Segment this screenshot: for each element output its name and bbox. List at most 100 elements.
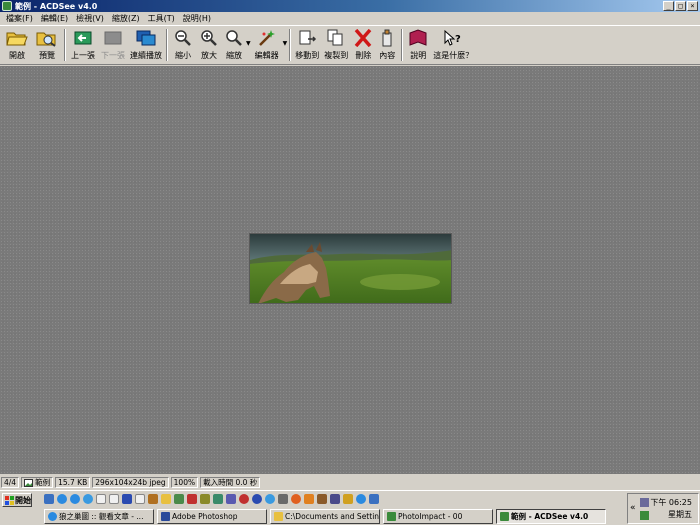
status-index: 4/4 [1,477,20,488]
task-acdsee[interactable]: 範例 - ACDSee v4.0 [496,509,606,524]
ie-browser-icon[interactable] [83,494,93,504]
whats-this-icon: ? [442,28,464,48]
whats-this-button[interactable]: ? 這是什麼？ [431,28,475,63]
toolbar: 開啟 預覽 上一張 下一張 連續播放 縮小 放大 縮放 ▼ 編輯器 ▼ 移動到 … [0,25,700,65]
app-icon[interactable] [213,494,223,504]
app-icon[interactable] [200,494,210,504]
taskbar: 開始 狼之巢圖 :: 觀看文章 - ... Adobe Photoshop C:… [0,490,700,525]
preview-icon [36,28,58,48]
app-icon[interactable] [356,494,366,504]
zoom-in-icon [198,28,220,48]
app-icon[interactable] [174,494,184,504]
status-zoom: 100% [170,477,199,488]
ie-browser-icon[interactable] [70,494,80,504]
app-icon[interactable] [252,494,262,504]
copy-to-icon [325,28,347,48]
app-icon[interactable] [278,494,288,504]
image-file-icon [24,478,34,487]
properties-icon [376,28,398,48]
toolbar-separator [64,29,66,61]
next-button[interactable]: 下一張 [98,28,128,63]
menu-edit[interactable]: 編輯(E) [37,13,72,24]
ie-browser-icon[interactable] [57,494,67,504]
photoimpact-icon [387,512,396,521]
system-tray: « 下午 06:25 星期五 [627,493,699,524]
zoom-button[interactable]: 縮放 [222,28,246,63]
clock[interactable]: 下午 06:25 星期五 [650,497,692,521]
task-explorer[interactable]: C:\Documents and Setting... [270,509,380,524]
window-title: 範例 - ACDSee v4.0 [15,1,98,11]
slideshow-button[interactable]: 連續播放 [128,28,164,63]
app-icon[interactable] [369,494,379,504]
status-bar: 4/4 範例 15.7 KB 296x104x24b jpeg 100% 載入時… [0,476,700,489]
wolves-photo [249,233,452,304]
zoom-out-icon [172,28,194,48]
move-to-button[interactable]: 移動到 [293,28,321,63]
task-photoshop[interactable]: Adobe Photoshop [157,509,267,524]
app-icon[interactable] [239,494,249,504]
task-forum[interactable]: 狼之巢圖 :: 觀看文章 - ... [44,509,154,524]
acdsee-app-icon[interactable] [2,1,12,11]
app-icon[interactable] [330,494,340,504]
previous-button[interactable]: 上一張 [68,28,98,63]
app-icon[interactable] [304,494,314,504]
help-book-icon [407,28,429,48]
magic-wand-icon [256,28,278,48]
start-button[interactable]: 開始 [2,493,32,507]
menu-help[interactable]: 說明(H) [179,13,215,24]
open-button[interactable]: 開啟 [2,28,32,63]
acdsee-app-icon [500,512,509,521]
menu-view[interactable]: 檢視(V) [72,13,108,24]
menu-tools[interactable]: 工具(T) [144,13,179,24]
speaker-icon[interactable] [640,498,649,507]
task-buttons: 狼之巢圖 :: 觀看文章 - ... Adobe Photoshop C:\Do… [44,509,606,524]
menu-zoom[interactable]: 縮放(Z) [108,13,144,24]
app-icon[interactable] [291,494,301,504]
arrow-left-icon [72,28,94,48]
maximize-button[interactable]: □ [675,1,686,11]
ie-browser-icon [48,512,57,521]
help-button[interactable]: 說明 [405,28,431,63]
word-icon[interactable] [122,494,132,504]
document-icon[interactable] [109,494,119,504]
folder-open-icon [6,28,28,48]
delete-x-icon [352,28,374,48]
desktop-icon[interactable] [44,494,54,504]
title-bar: 範例 - ACDSee v4.0 _ □ × [0,0,700,12]
tray-expand-arrow[interactable]: « [630,503,636,513]
move-to-icon [296,28,318,48]
app-icon[interactable] [343,494,353,504]
app-icon[interactable] [317,494,327,504]
network-icon[interactable] [640,511,649,520]
quick-launch-bar [44,494,379,506]
zoom-in-button[interactable]: 放大 [196,28,222,63]
copy-to-button[interactable]: 複製到 [321,28,351,63]
task-photoimpact[interactable]: PhotoImpact - 00 [383,509,493,524]
app-icon[interactable] [187,494,197,504]
folder-icon [274,512,283,521]
editor-dropdown-arrow[interactable]: ▼ [283,40,288,47]
window-controls: _ □ × [663,1,698,11]
clock-day: 星期五 [668,510,692,519]
app-icon[interactable] [148,494,158,504]
photoshop-icon [161,512,170,521]
status-filesize: 15.7 KB [55,477,91,488]
document-icon[interactable] [96,494,106,504]
app-icon[interactable] [226,494,236,504]
windows-logo-icon [5,495,14,505]
status-dimensions: 296x104x24b jpeg [92,477,169,488]
menu-file[interactable]: 檔案(F) [2,13,37,24]
delete-button[interactable]: 刪除 [351,28,375,63]
editor-button[interactable]: 編輯器 [251,28,283,63]
zoom-out-button[interactable]: 縮小 [170,28,196,63]
properties-button[interactable]: 內容 [375,28,399,63]
folder-icon[interactable] [161,494,171,504]
close-button[interactable]: × [687,1,698,11]
toolbar-separator [401,29,404,61]
minimize-button[interactable]: _ [663,1,674,11]
document-icon[interactable] [135,494,145,504]
app-icon[interactable] [265,494,275,504]
image-viewer[interactable] [0,66,700,474]
preview-button[interactable]: 預覽 [32,28,62,63]
status-filename: 範例 [21,477,54,488]
